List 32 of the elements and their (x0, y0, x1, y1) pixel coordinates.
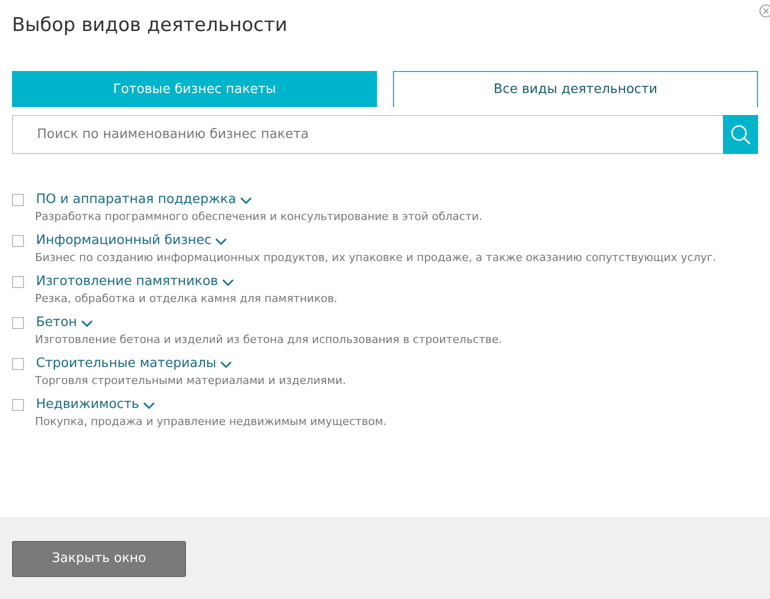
chevron-down-icon[interactable] (222, 279, 234, 287)
activity-name: Бетон (36, 315, 77, 330)
chevron-down-icon[interactable] (215, 238, 228, 246)
close-window-button[interactable]: Закрыть окно (12, 540, 186, 576)
checkbox[interactable] (12, 194, 24, 206)
activity-name: Изготовление памятников (36, 274, 218, 289)
checkbox[interactable] (12, 276, 24, 288)
close-icon[interactable] (758, 3, 770, 19)
activity-description: Резка, обработка и отделка камня для памятников. (35, 292, 338, 305)
search-field[interactable]: Поиск по наименованию бизнес пакета (12, 115, 723, 154)
chevron-down-icon[interactable] (80, 320, 93, 328)
checkbox[interactable] (12, 358, 24, 370)
activity-description: Изготовление бетона и изделий из бетона для использования в строительстве. (35, 333, 504, 346)
activity-name: ПО и аппаратная поддержка (36, 192, 236, 207)
activity-description: Разработка программного обеспечения и консультирование в этой области. (35, 210, 484, 223)
dialog-title: Выбор видов деятельности (12, 14, 288, 38)
chevron-down-icon[interactable] (240, 197, 252, 205)
activity-description: Покупка, продажа и управление недвижимым имуществом. (35, 415, 388, 428)
activity-description: Торговля строительными материалами и изделиями. (35, 374, 347, 387)
activity-name: Информационный бизнес (36, 233, 212, 248)
chevron-down-icon[interactable] (143, 402, 156, 410)
checkbox[interactable] (12, 316, 24, 328)
chevron-down-icon[interactable] (220, 361, 232, 369)
activity-name: Недвижимость (36, 397, 140, 412)
checkbox[interactable] (12, 398, 24, 410)
activity-name: Строительные материалы (36, 356, 216, 371)
tab[interactable]: Готовые бизнес пакеты (12, 71, 377, 107)
activity-description: Бизнес по созданию информационных продуктов, их упаковке и продаже, а также оказанию сопутствующих услуг. (35, 251, 718, 264)
tab[interactable]: Все виды деятельности (393, 71, 758, 107)
checkbox[interactable] (12, 234, 24, 246)
search-button[interactable] (723, 115, 758, 154)
search-icon (730, 124, 752, 146)
